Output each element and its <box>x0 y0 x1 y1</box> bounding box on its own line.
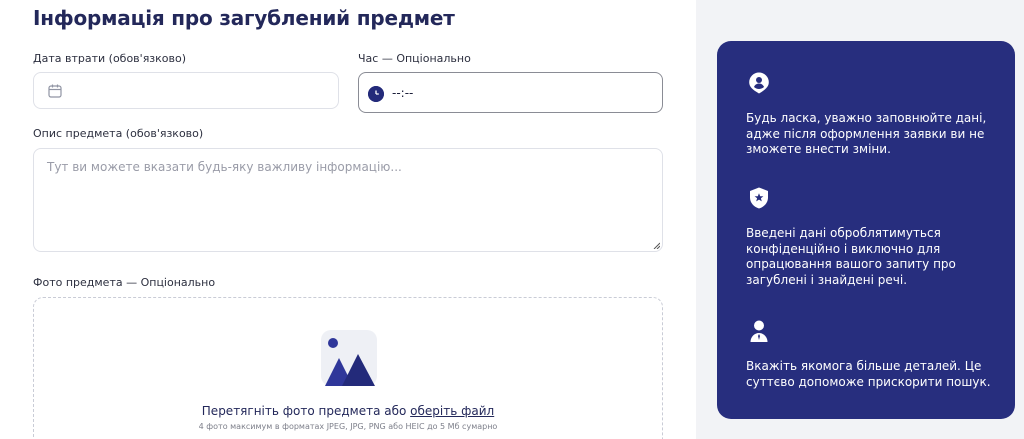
photo-label: Фото предмета — Опціонально <box>33 276 216 289</box>
time-input[interactable]: --:-- <box>358 72 663 113</box>
date-input[interactable] <box>33 72 339 109</box>
person-icon <box>750 320 768 342</box>
description-textarea[interactable]: Тут ви можете вказати будь-яку важливу і… <box>33 148 663 252</box>
choose-file-link[interactable]: оберіть файл <box>410 404 494 418</box>
shield-star-icon <box>750 187 768 209</box>
page-title: Інформація про загублений предмет <box>33 6 455 30</box>
form-panel: Інформація про загублений предмет Дата в… <box>0 0 696 439</box>
image-upload-icon <box>321 330 377 386</box>
photo-dropzone[interactable]: Перетягніть фото предмета або оберіть фа… <box>33 297 663 439</box>
user-badge-icon <box>749 72 769 94</box>
dropzone-hint: 4 фото максимум в форматах JPEG, JPG, PN… <box>198 422 498 431</box>
description-placeholder: Тут ви можете вказати будь-яку важливу і… <box>47 160 402 174</box>
clock-icon <box>368 86 384 102</box>
info-text-3: Вкажіть якомога більше деталей. Це суттє… <box>746 359 991 389</box>
info-card: Будь ласка, уважно заповнюйте дані, адже… <box>717 41 1015 419</box>
dropzone-text: Перетягніть фото предмета або оберіть фа… <box>34 404 662 418</box>
date-label: Дата втрати (обов'язково) <box>33 52 187 65</box>
dropzone-instruction: Перетягніть фото предмета або <box>201 404 411 418</box>
info-text-2: Введені дані оброблятимуться конфіденцій… <box>746 226 956 287</box>
calendar-icon <box>48 84 62 98</box>
info-text-1: Будь ласка, уважно заповнюйте дані, адже… <box>746 111 987 157</box>
description-label: Опис предмета (обов'язково) <box>33 127 204 140</box>
resize-handle-icon[interactable] <box>653 242 660 249</box>
time-label: Час — Опціонально <box>358 52 471 65</box>
time-value: --:-- <box>392 86 414 100</box>
